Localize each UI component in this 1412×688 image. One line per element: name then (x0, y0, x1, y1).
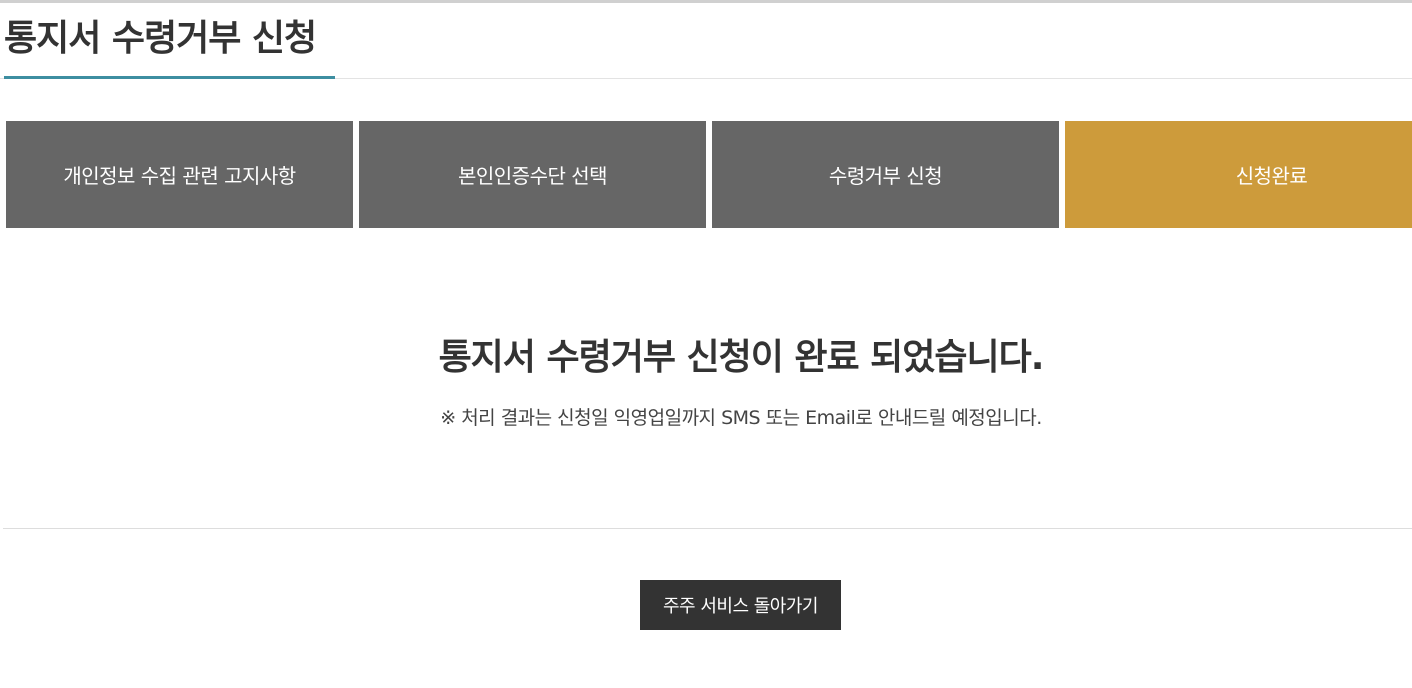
divider (3, 528, 1412, 529)
completion-note: ※ 처리 결과는 신청일 익영업일까지 SMS 또는 Email로 안내드릴 예… (440, 407, 1042, 429)
step-indicator: 개인정보 수집 관련 고지사항 본인인증수단 선택 수령거부 신청 신청완료 (6, 121, 1412, 228)
title-underline (4, 76, 335, 79)
page-title: 통지서 수령거부 신청 (4, 18, 317, 59)
step-label: 개인정보 수집 관련 고지사항 (63, 164, 296, 188)
step-auth-method: 본인인증수단 선택 (359, 121, 706, 228)
page-header: 통지서 수령거부 신청 (0, 3, 1412, 79)
step-refusal-request: 수령거부 신청 (712, 121, 1059, 228)
step-label: 본인인증수단 선택 (457, 164, 608, 188)
step-complete: 신청완료 (1065, 121, 1412, 228)
back-to-shareholder-service-button[interactable]: 주주 서비스 돌아가기 (640, 580, 841, 630)
step-label: 수령거부 신청 (828, 164, 943, 188)
step-privacy-notice: 개인정보 수집 관련 고지사항 (6, 121, 353, 228)
step-label: 신청완료 (1235, 164, 1308, 188)
completion-heading: 통지서 수령거부 신청이 완료 되었습니다. (438, 337, 1045, 378)
